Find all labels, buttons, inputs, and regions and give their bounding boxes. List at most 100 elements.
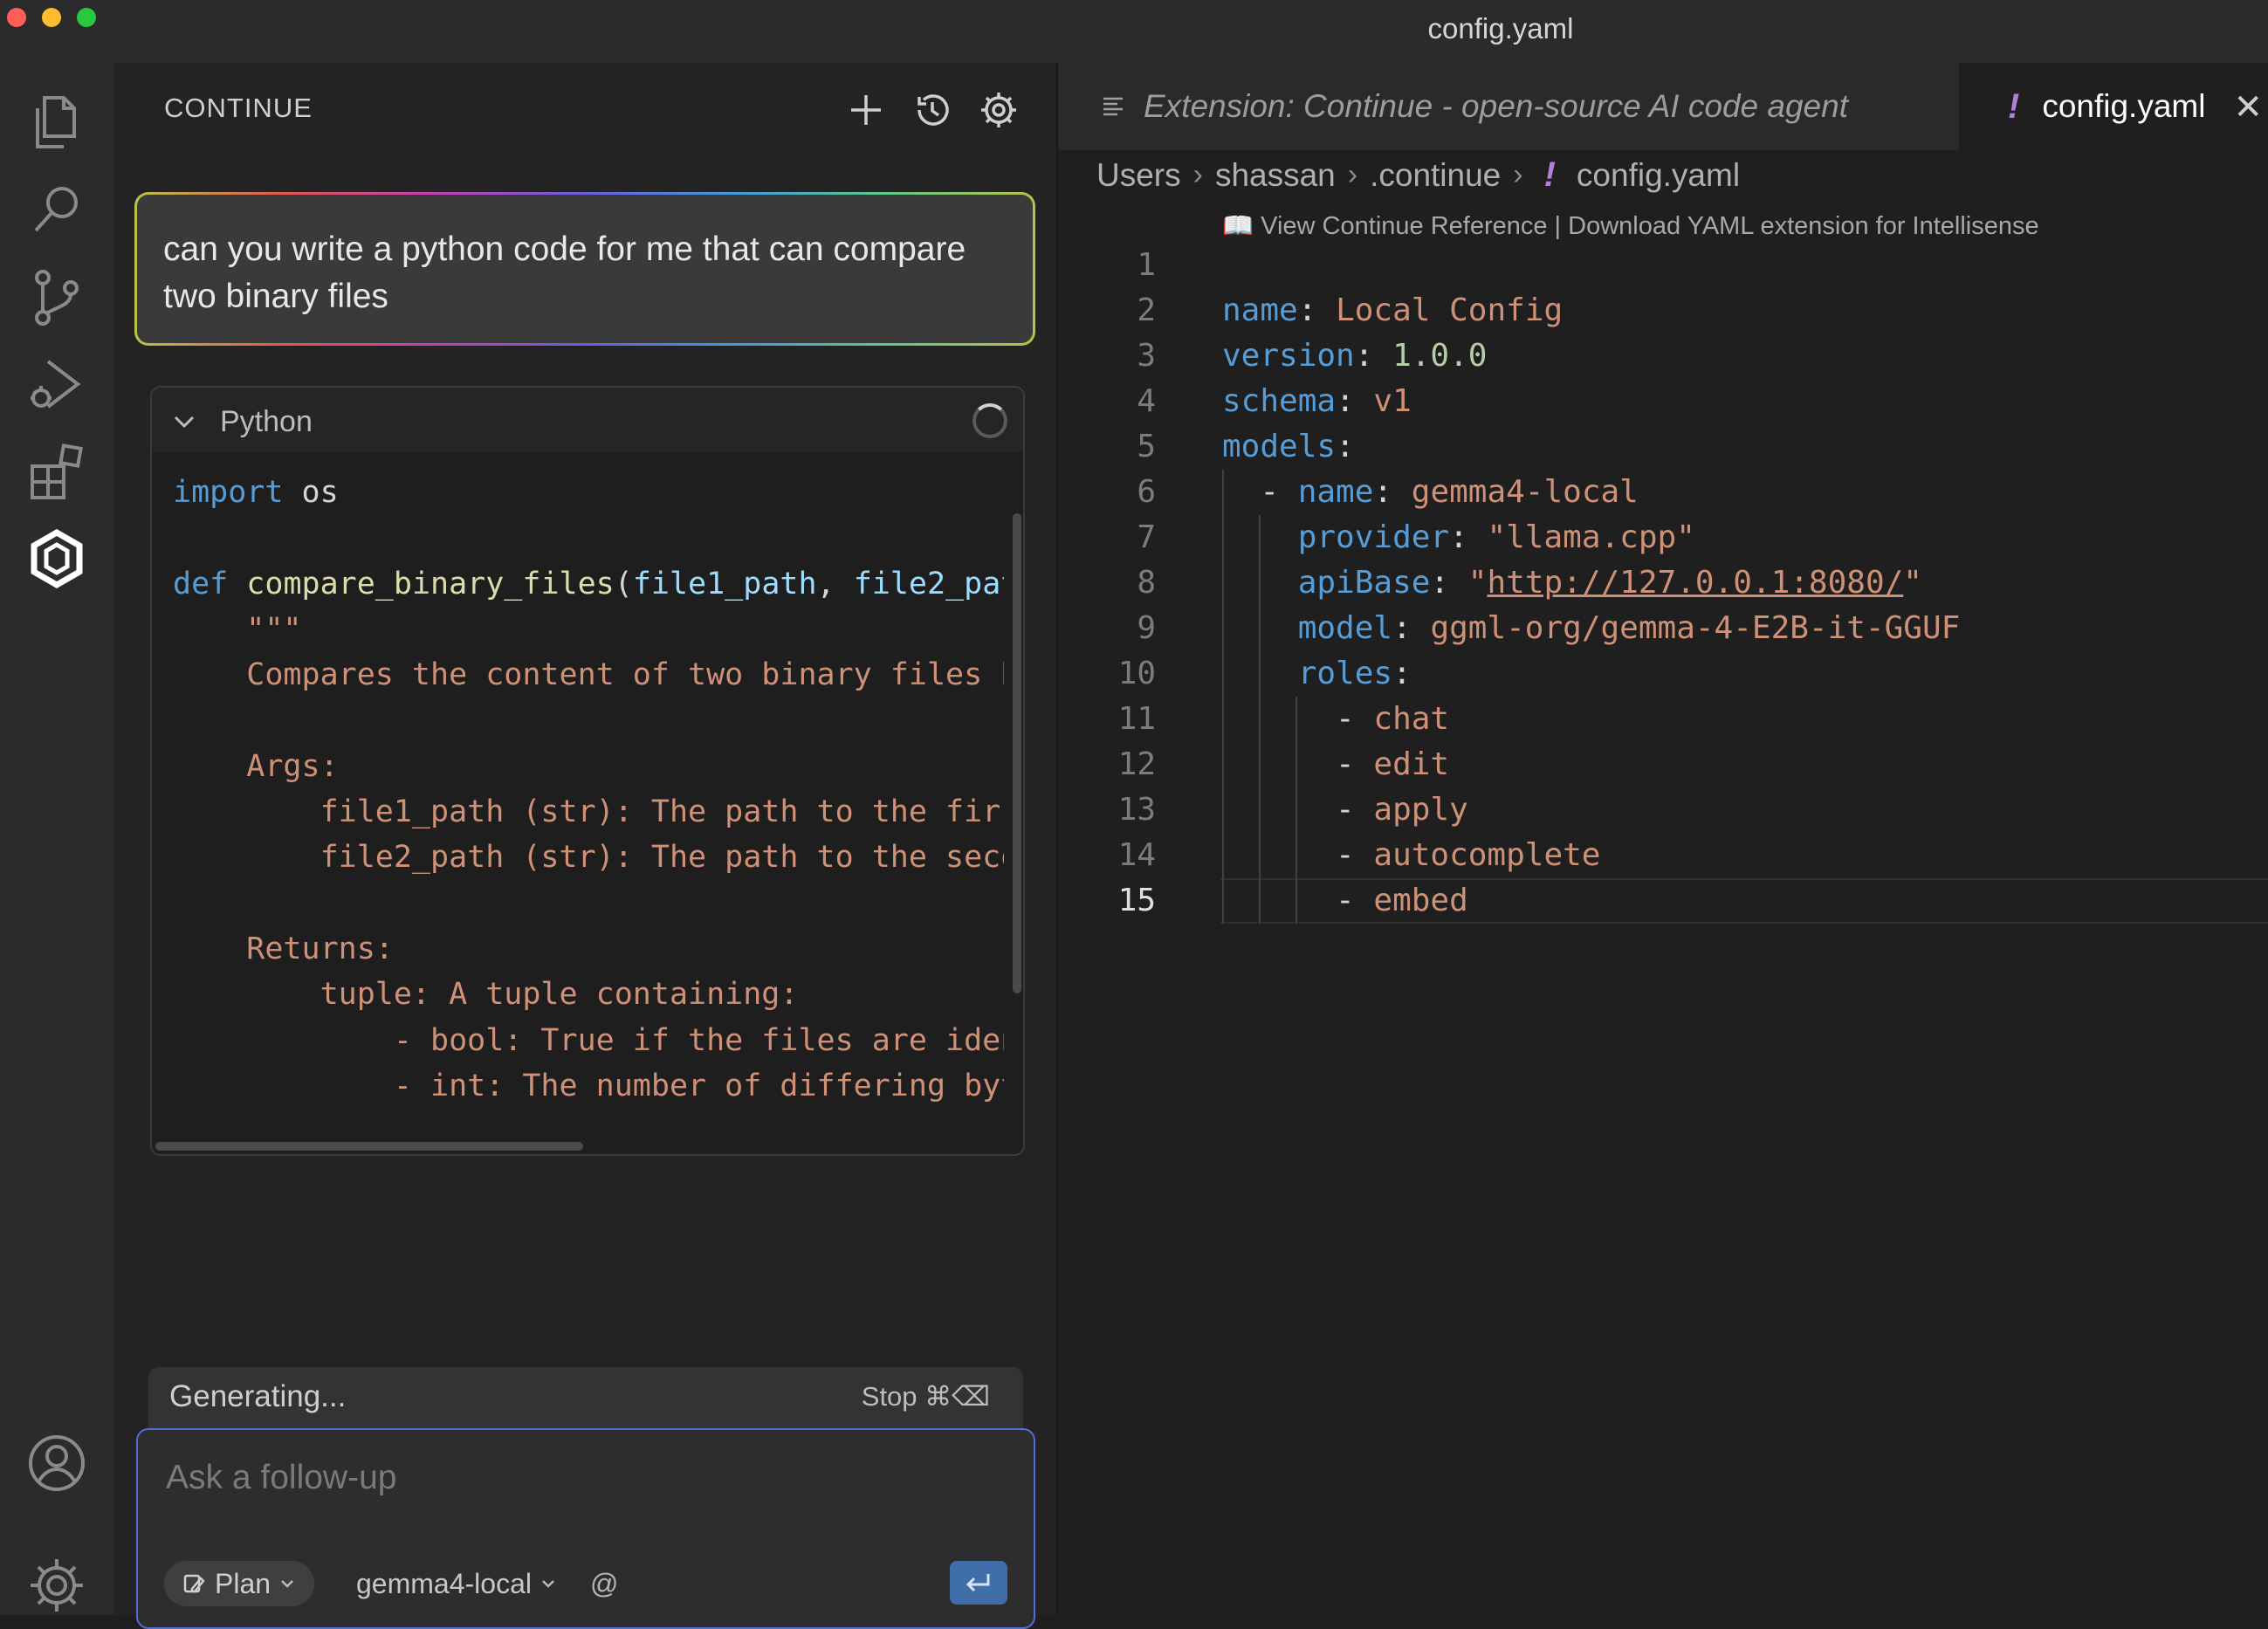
editor-line[interactable]: 8 apiBase: "http://127.0.0.1:8080/" — [1058, 560, 2268, 606]
line-number: 10 — [1117, 656, 1156, 691]
line-content: schema: v1 — [1222, 379, 1412, 424]
close-icon[interactable]: ✕ — [2233, 87, 2263, 127]
follow-up-input-box[interactable]: Plan gemma4-local @ — [136, 1428, 1035, 1629]
panel-settings-button[interactable] — [972, 84, 1025, 136]
editor-line[interactable]: 2 name: Local Config — [1058, 288, 2268, 333]
yaml-token: version — [1222, 338, 1355, 374]
code-token: , — [816, 566, 854, 601]
model-selector[interactable]: gemma4-local — [356, 1561, 556, 1606]
yaml-token: - — [1222, 837, 1374, 873]
code-block-header[interactable]: Python — [152, 388, 1023, 452]
panel-title: CONTINUE — [164, 93, 313, 123]
editor-line[interactable]: 14 - autocomplete — [1058, 833, 2268, 878]
breadcrumb-file[interactable]: config.yaml — [1577, 157, 1740, 194]
history-button[interactable] — [906, 84, 959, 136]
yaml-token: provider — [1297, 519, 1450, 555]
editor-line[interactable]: 13 - apply — [1058, 787, 2268, 833]
editor-line[interactable]: 12 - edit — [1058, 742, 2268, 787]
line-content: provider: "llama.cpp" — [1222, 515, 1695, 560]
code-token: import — [173, 475, 284, 510]
yaml-token: : — [1336, 429, 1355, 464]
continue-panel: CONTINUE can you write a python code for… — [113, 63, 1058, 1629]
codelens-link[interactable]: 📖 View Continue Reference | Download YAM… — [1222, 211, 2039, 241]
code-token: ( — [614, 566, 633, 601]
activity-bar — [0, 63, 113, 1615]
account-icon[interactable] — [18, 1425, 95, 1502]
code-block[interactable]: Python import os def compare_binary_files… — [150, 386, 1025, 1156]
editor-line[interactable]: 3 version: 1.0.0 — [1058, 333, 2268, 379]
loading-spinner-icon — [972, 403, 1007, 438]
yaml-token: - — [1222, 746, 1374, 782]
line-number: 2 — [1137, 292, 1156, 328]
chevron-right-icon: › — [1347, 158, 1358, 191]
yaml-token: model — [1297, 610, 1393, 646]
line-content: model: ggml-org/gemma-4-E2B-it-GGUF — [1222, 606, 1961, 651]
generating-status-bar: Generating... Stop ⌘⌫ — [148, 1367, 1023, 1428]
editor-line[interactable]: 5 models: — [1058, 424, 2268, 470]
explorer-icon[interactable] — [18, 84, 95, 161]
yaml-token: : — [1373, 474, 1412, 510]
tab-extension-continue[interactable]: Extension: Continue - open-source AI cod… — [1058, 63, 1959, 150]
code-line: def compare_binary_files(file1_path, fil… — [173, 561, 1004, 607]
code-token: """ — [173, 611, 302, 647]
mode-label: Plan — [215, 1567, 271, 1599]
stop-button[interactable]: Stop ⌘⌫ — [862, 1381, 990, 1412]
yaml-token: : — [1430, 565, 1468, 601]
user-message[interactable]: can you write a python code for me that … — [134, 192, 1035, 346]
search-icon[interactable] — [18, 171, 95, 248]
settings-gear-icon[interactable] — [18, 1547, 95, 1624]
mention-button[interactable]: @ — [590, 1561, 618, 1606]
continue-icon[interactable] — [18, 520, 95, 597]
editor-line[interactable]: 6 - name: gemma4-local — [1058, 470, 2268, 515]
editor-line[interactable]: 9 model: ggml-org/gemma-4-E2B-it-GGUF — [1058, 606, 2268, 651]
editor-line[interactable]: 1 — [1058, 243, 2268, 288]
code-vertical-scrollbar[interactable] — [1013, 513, 1021, 993]
source-control-icon[interactable] — [18, 258, 95, 335]
window-title: config.yaml — [1427, 12, 1574, 45]
editor-line[interactable]: 4 schema: v1 — [1058, 379, 2268, 424]
yaml-token: name — [1222, 292, 1298, 328]
yaml-token: models — [1222, 429, 1337, 464]
chevron-right-icon: › — [1192, 158, 1203, 191]
chevron-down-icon[interactable] — [171, 409, 197, 435]
tab-config-yaml[interactable]: ! config.yaml ✕ — [1959, 63, 2268, 150]
yaml-token: autocomplete — [1373, 837, 1601, 873]
yaml-token: apiBase — [1297, 565, 1431, 601]
breadcrumb-item[interactable]: Users — [1096, 157, 1181, 194]
send-button[interactable] — [950, 1561, 1007, 1605]
line-number: 13 — [1117, 792, 1156, 828]
run-debug-icon[interactable] — [18, 346, 95, 423]
yaml-token: apply — [1373, 792, 1468, 828]
extensions-icon[interactable] — [18, 433, 95, 510]
editor-line[interactable]: 7 provider: "llama.cpp" — [1058, 515, 2268, 560]
yaml-token — [1222, 565, 1298, 601]
enter-icon — [966, 1574, 990, 1592]
breadcrumb-item[interactable]: .continue — [1370, 157, 1501, 194]
url-link[interactable]: http://127.0.0.1:8080/ — [1487, 565, 1903, 601]
editor-line[interactable]: 10 roles: — [1058, 651, 2268, 697]
yaml-token: : — [1354, 338, 1393, 374]
preview-icon — [1103, 97, 1123, 116]
mode-selector[interactable]: Plan — [164, 1561, 315, 1606]
new-session-button[interactable] — [840, 84, 892, 136]
line-number: 8 — [1137, 565, 1156, 601]
yaml-token — [1222, 610, 1298, 646]
code-horizontal-scrollbar[interactable] — [155, 1142, 583, 1151]
editor-line[interactable]: 11 - chat — [1058, 697, 2268, 742]
breadcrumb-item[interactable]: shassan — [1215, 157, 1336, 194]
editor-line[interactable]: 15 - embed — [1058, 878, 2268, 924]
yaml-token: gemma4-local — [1411, 474, 1639, 510]
model-label: gemma4-local — [356, 1567, 532, 1599]
code-token: file2_path — [853, 566, 1004, 601]
code-content: import os def compare_binary_files(file1_… — [173, 470, 1004, 1109]
code-token: file1_path — [632, 566, 817, 601]
yaml-token: : — [1449, 519, 1488, 555]
history-icon — [918, 94, 949, 126]
code-editor[interactable]: 1 2 name: Local Config 3 version: 1.0.0 4 sche… — [1058, 243, 2268, 924]
yaml-file-icon: ! — [2008, 86, 2020, 126]
follow-up-input[interactable] — [164, 1451, 988, 1505]
code-token: file2_path (str): The path to the secon — [173, 840, 1004, 876]
